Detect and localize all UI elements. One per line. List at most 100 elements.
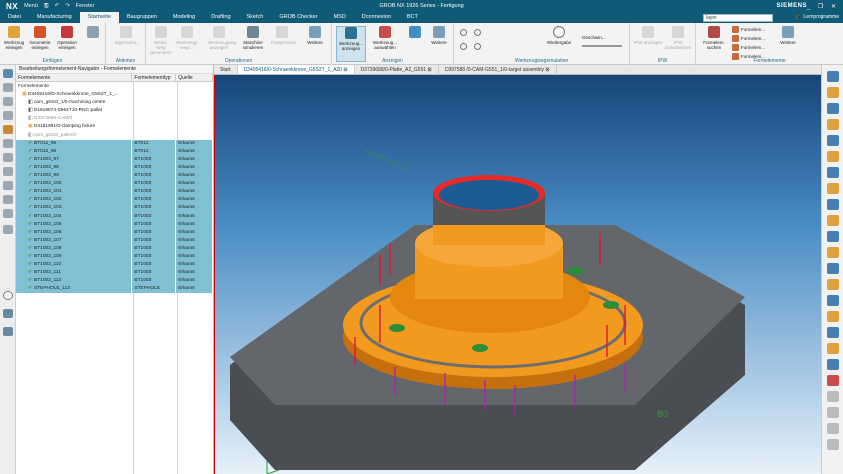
tree-item[interactable]: ▣ D3181991/0-clamping fixture — [16, 123, 213, 131]
feature-row[interactable]: ✓ STEPHOLE_113 STEPHOLE Erkannt — [16, 285, 213, 294]
emu-forward-button[interactable] — [474, 43, 481, 50]
feature-row[interactable]: ✓ BT1003_104 BT1003 Erkannt — [16, 212, 213, 221]
column-header-type[interactable]: Formelementtyp — [132, 74, 177, 81]
tab-grob-checker[interactable]: GROB Checker — [271, 12, 325, 23]
find-feature-button[interactable]: Formelem. suchen — [700, 26, 728, 50]
tab-msd[interactable]: MSD — [326, 12, 354, 23]
speed-slider[interactable]: Geschwin... — [582, 35, 606, 40]
view-bottom-icon[interactable] — [827, 167, 839, 178]
feature-row[interactable]: ✓ BT1003_102 BT1003 Erkannt — [16, 196, 213, 205]
emu-first-button[interactable] — [460, 29, 467, 36]
zoom-icon[interactable] — [827, 311, 839, 322]
feature-row[interactable]: ✓ BT1003_99 BT1003 Erkannt — [16, 172, 213, 181]
snap-icon[interactable] — [827, 359, 839, 370]
doc-tab-plate[interactable]: D3739688/0-Platte_A2_G551 ⊠ — [355, 65, 439, 74]
view-front-icon[interactable] — [827, 119, 839, 130]
feature-row[interactable]: ✓ BT1003_110 BT1003 Erkannt — [16, 261, 213, 270]
generate-toolpath-button[interactable]: Werkz. Weg generieren — [150, 26, 172, 55]
analysis-icon[interactable] — [827, 375, 839, 386]
view-right-icon[interactable] — [827, 135, 839, 146]
feature-row[interactable]: ✓ BT1003_97 BT1003 Erkannt — [16, 155, 213, 164]
rotate-icon[interactable] — [827, 279, 839, 290]
feature-row[interactable]: ✓ BT1003_111 BT1003 Erkannt — [16, 269, 213, 278]
clock-icon[interactable] — [3, 291, 13, 300]
learn-button[interactable]: 🎓 Lernprogramme — [796, 13, 839, 22]
feature-row[interactable]: ✓ BT1003_109 BT1003 Erkannt — [16, 252, 213, 262]
tab-sketch[interactable]: Sketch — [239, 12, 272, 23]
resource-tab-feature-icon[interactable] — [3, 327, 13, 336]
show-ipw-button[interactable]: IPW anzeigen — [634, 26, 662, 45]
feature-row[interactable]: ✓ BT1003_105 BT1003 Erkannt — [16, 220, 213, 229]
feature-row[interactable]: ✓ BT1003_100 BT1003 Erkannt — [16, 180, 213, 189]
feature-row[interactable]: ✓ BT1003_101 BT1003 Erkannt — [16, 188, 213, 197]
show-toolpath-button[interactable]: Werkzeugweg anzeigen — [208, 26, 236, 50]
feature-row[interactable]: ✓ BT012_95 BT012 Erkannt — [16, 139, 213, 148]
resource-tab-machine-icon[interactable] — [3, 125, 13, 134]
insert-extra-button[interactable] — [82, 26, 104, 40]
tab-bct[interactable]: BCT — [399, 12, 426, 23]
resource-tab-reuse-icon[interactable] — [3, 139, 13, 148]
column-header-source[interactable]: Quelle — [176, 74, 213, 81]
tab-startseite[interactable]: Startseite — [79, 12, 119, 23]
window-controls[interactable]: _ ❐ ✕ — [807, 3, 839, 10]
resource-tab-part-icon[interactable] — [3, 97, 13, 106]
tab-baugruppen[interactable]: Baugruppen — [119, 12, 165, 23]
resource-tab-layers-icon[interactable] — [3, 225, 13, 234]
tab-manufacturing[interactable]: Manufacturing — [29, 12, 80, 23]
feature-row[interactable]: ✓ BT1003_106 BT1003 Erkannt — [16, 228, 213, 237]
feature-button-3[interactable]: Formelem... — [732, 44, 765, 51]
anzeigen-more-button[interactable]: Weitere — [428, 26, 450, 45]
tree-item[interactable]: ◧ cam_g5S2t_pallet/0 — [16, 132, 213, 140]
layer-icon[interactable] — [827, 343, 839, 354]
emu-pause-button[interactable] — [460, 43, 467, 50]
feature-row[interactable]: ✓ BT1003_108 BT1003 Erkannt — [16, 244, 213, 253]
doc-tab-part[interactable]: D3405416/0-Schraenkkrone_G5S2T_1_A20 ⊠ — [237, 65, 355, 74]
view-trimetric-icon[interactable] — [827, 87, 839, 98]
view-top-icon[interactable] — [827, 103, 839, 114]
column-header-name[interactable]: Formelemente — [16, 74, 133, 81]
view-left-icon[interactable] — [827, 151, 839, 162]
operationen-more-button[interactable]: Weitere — [304, 26, 326, 45]
filter-icon[interactable] — [827, 391, 839, 402]
doc-tab-start[interactable]: Start — [214, 65, 238, 74]
tree-root[interactable]: Formelemente — [16, 83, 213, 91]
resource-tab-sim-icon[interactable] — [3, 309, 13, 318]
resource-tab-system-icon[interactable] — [3, 209, 13, 218]
tab-drafting[interactable]: Drafting — [203, 12, 238, 23]
view-back-icon[interactable] — [827, 183, 839, 194]
resource-tab-history-icon[interactable] — [3, 111, 13, 120]
wireframe-icon[interactable] — [827, 231, 839, 242]
shaded-icon[interactable] — [827, 215, 839, 226]
tab-modeling[interactable]: Modeling — [165, 12, 203, 23]
edges-icon[interactable] — [827, 247, 839, 258]
feature-row[interactable]: ✓ BT1003_112 BT1003 Erkannt — [16, 277, 213, 286]
insert-geometry-button[interactable]: Geometrie einlegen — [29, 26, 51, 50]
settings-icon[interactable] — [827, 423, 839, 434]
feature-row[interactable]: ✓ BT1003_107 BT1003 Erkannt — [16, 236, 213, 245]
reset-ipw-button[interactable]: IPW zurücksetzen — [664, 26, 692, 50]
tree-item[interactable]: ▣ D3405416/D-Schraenkkrone_G5S2T_1_... — [16, 91, 213, 99]
doc-tab-assembly[interactable]: C897588 /0-CAM-G551_1/0-target assembly … — [439, 65, 557, 74]
emu-back-button[interactable] — [474, 29, 481, 36]
pan-icon[interactable] — [827, 295, 839, 306]
feature-button-2[interactable]: Formelem... — [732, 35, 765, 42]
feature-button-1[interactable]: Formelem... — [732, 26, 765, 33]
simulate-machine-button[interactable]: Maschine simulieren — [242, 26, 264, 50]
properties-button[interactable]: Eigenscha... — [115, 26, 140, 45]
select-tool-button[interactable]: Werkzeug... auswählen — [370, 26, 400, 50]
feature-row[interactable]: ✓ BT012_96 BT012 Erkannt — [16, 147, 213, 156]
insert-tool-button[interactable]: Werkzeug einlegen — [3, 26, 25, 50]
graphics-viewport[interactable]: B0 — [214, 75, 821, 474]
formelemente-more-button[interactable]: Weitere — [774, 26, 802, 45]
postprocess-button[interactable]: Postprocess — [271, 26, 296, 45]
measure-icon[interactable] — [827, 327, 839, 338]
tab-datei[interactable]: Datei — [0, 12, 29, 23]
help-icon[interactable] — [827, 439, 839, 450]
grid-icon[interactable] — [827, 407, 839, 418]
resource-tab-navigator-icon[interactable] — [3, 69, 13, 78]
tree-item[interactable]: ◧ cam_g5S2t_1/0-machining centre — [16, 99, 213, 107]
speed-slider-track[interactable] — [582, 45, 622, 47]
toolpath-list-button[interactable]: Werkzeug-weg ... — [176, 26, 198, 50]
view-fit-icon[interactable] — [827, 71, 839, 82]
resource-tab-palette-icon[interactable] — [3, 195, 13, 204]
